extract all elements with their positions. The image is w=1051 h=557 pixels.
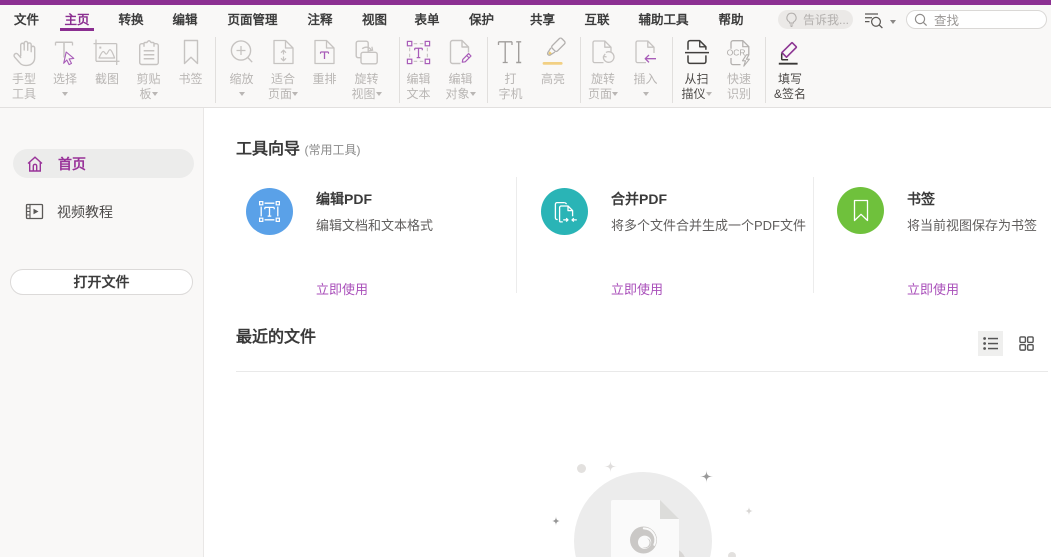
svg-text:OCR: OCR [726, 47, 745, 57]
